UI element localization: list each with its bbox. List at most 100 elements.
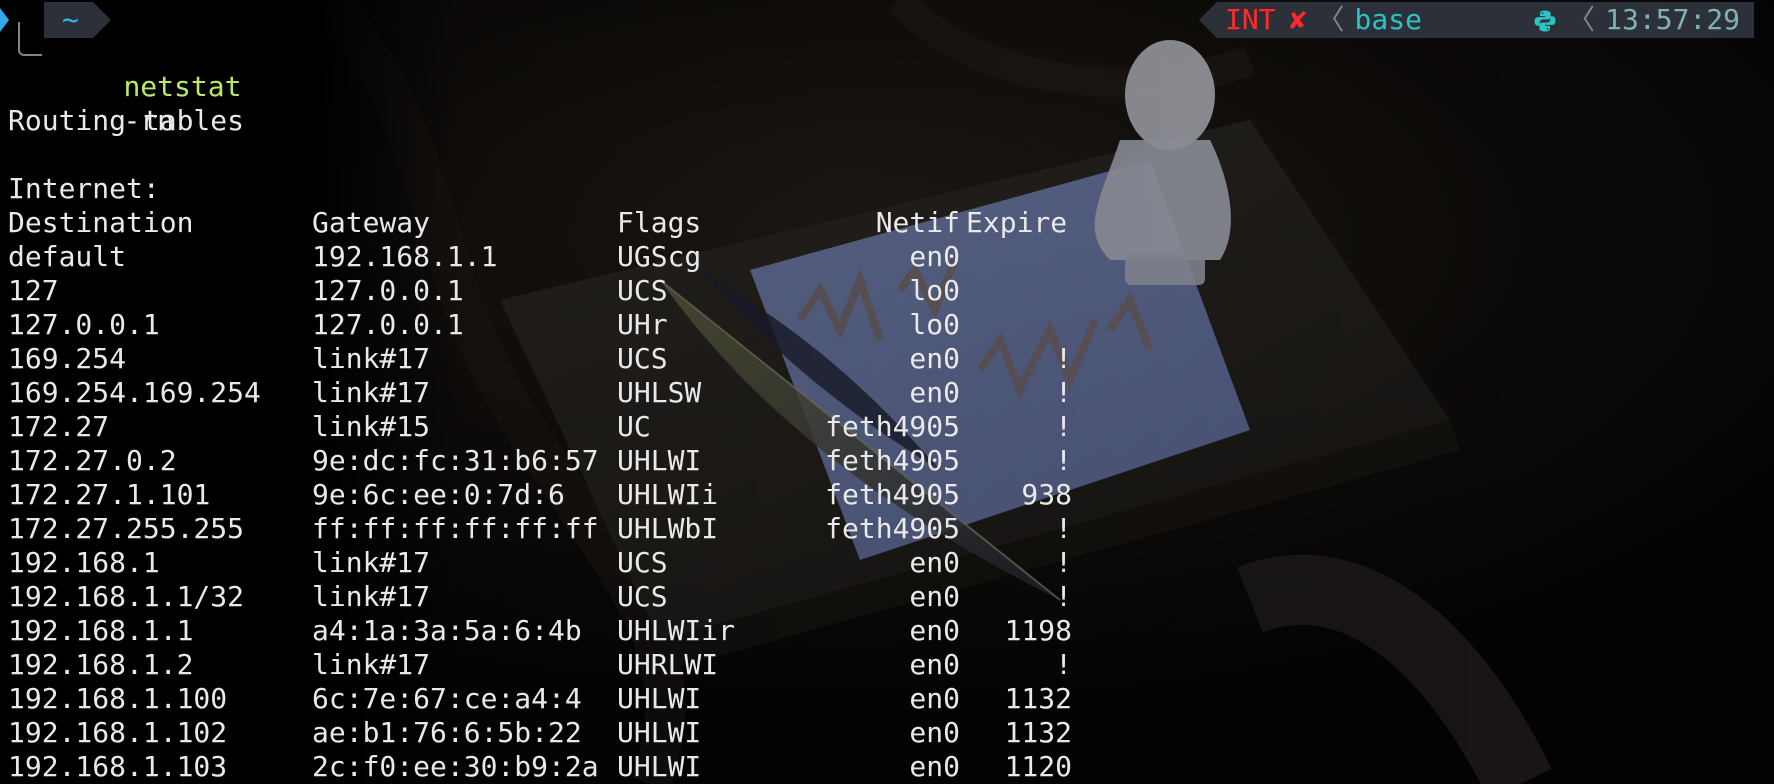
- route-netif: feth4905: [825, 478, 960, 511]
- route-netif: en0: [909, 580, 960, 613]
- route-destination: 192.168.1.1: [8, 614, 194, 647]
- routing-table-row: 172.27.255.255 ff:ff:ff:ff:ff:ff UHLWbI …: [8, 512, 1108, 546]
- route-flags: UGScg: [617, 240, 702, 273]
- route-gateway: 127.0.0.1: [312, 274, 464, 307]
- command-name: netstat: [123, 70, 242, 103]
- segment-separator-icon: 〈: [1567, 3, 1596, 36]
- output-section-label: Internet:: [8, 172, 160, 205]
- route-netif: en0: [909, 716, 960, 749]
- column-header-destination: Destination: [8, 206, 194, 239]
- route-flags: UCS: [617, 342, 668, 375]
- clock-time: 13:57:29: [1605, 3, 1740, 36]
- route-expire: !: [1055, 648, 1072, 681]
- route-gateway: 2c:f0:ee:30:b9:2a: [312, 750, 599, 783]
- route-destination: default: [8, 240, 127, 273]
- routing-table-row: 169.254 link#17 UCS en0 !: [8, 342, 1108, 376]
- route-destination: 192.168.1.2: [8, 648, 194, 681]
- route-netif: en0: [909, 240, 960, 273]
- route-expire: 1132: [1004, 716, 1072, 749]
- route-expire: 1120: [1004, 750, 1072, 783]
- route-destination: 172.27: [8, 410, 110, 443]
- route-destination: 172.27.255.255: [8, 512, 245, 545]
- routing-table-row: 127.0.0.1 127.0.0.1 UHr lo0: [8, 308, 1108, 342]
- route-gateway: 9e:6c:ee:0:7d:6: [312, 478, 565, 511]
- python-icon: [1432, 0, 1557, 74]
- route-expire: 938: [1021, 478, 1072, 511]
- routing-table-row: 192.168.1.1/32 link#17 UCS en0 !: [8, 580, 1108, 614]
- route-expire: !: [1055, 410, 1072, 443]
- route-destination: 192.168.1.1/32: [8, 580, 245, 613]
- terminal-window[interactable]: ~ netstat -rn INT ✘ 〈 base 〈 13:57:29 Ro…: [0, 0, 1774, 784]
- route-netif: en0: [909, 376, 960, 409]
- routing-table-header: Destination Gateway Flags Netif Expire: [8, 206, 1108, 240]
- route-expire: !: [1055, 376, 1072, 409]
- route-destination: 192.168.1.100: [8, 682, 228, 715]
- route-destination: 192.168.1.103: [8, 750, 228, 783]
- route-flags: UHLWbI: [617, 512, 719, 545]
- route-gateway: a4:1a:3a:5a:6:4b: [312, 614, 582, 647]
- route-destination: 172.27.0.2: [8, 444, 177, 477]
- route-expire: !: [1055, 546, 1072, 579]
- routing-table-row: 172.27 link#15 UC feth4905 !: [8, 410, 1108, 444]
- route-gateway: link#17: [312, 580, 431, 613]
- route-gateway: link#17: [312, 546, 431, 579]
- route-expire: !: [1055, 580, 1072, 613]
- route-flags: UCS: [617, 546, 668, 579]
- route-netif: feth4905: [825, 444, 960, 477]
- route-flags: UHRLWI: [617, 648, 719, 681]
- route-gateway: ae:b1:76:6:5b:22: [312, 716, 582, 749]
- route-flags: UHLWI: [617, 716, 702, 749]
- route-gateway: link#17: [312, 648, 431, 681]
- route-destination: 127.0.0.1: [8, 308, 160, 341]
- route-destination: 172.27.1.101: [8, 478, 211, 511]
- routing-table-row: 172.27.1.101 9e:6c:ee:0:7d:6 UHLWIi feth…: [8, 478, 1108, 512]
- route-gateway: 192.168.1.1: [312, 240, 498, 273]
- interrupt-status: INT: [1225, 3, 1276, 36]
- route-expire: !: [1055, 342, 1072, 375]
- route-expire: !: [1055, 444, 1072, 477]
- route-netif: lo0: [909, 308, 960, 341]
- conda-env-name: base: [1354, 3, 1422, 36]
- route-netif: feth4905: [825, 410, 960, 443]
- command-output: Routing tables Internet: Destination Gat…: [8, 0, 1072, 783]
- column-header-expire: Expire: [966, 206, 1068, 239]
- route-expire: 1198: [1004, 614, 1072, 647]
- route-gateway: link#15: [312, 410, 431, 443]
- routing-table-row: 192.168.1.100 6c:7e:67:ce:a4:4 UHLWI en0…: [8, 682, 1108, 716]
- routing-table-row: 127 127.0.0.1 UCS lo0: [8, 274, 1108, 308]
- route-flags: UHLWI: [617, 750, 702, 783]
- column-header-gateway: Gateway: [312, 206, 431, 239]
- routing-table-row: 192.168.1.102 ae:b1:76:6:5b:22 UHLWI en0…: [8, 716, 1108, 750]
- route-flags: UHr: [617, 308, 668, 341]
- route-gateway: 127.0.0.1: [312, 308, 464, 341]
- route-netif: en0: [909, 614, 960, 647]
- routing-table-row: 192.168.1.103 2c:f0:ee:30:b9:2a UHLWI en…: [8, 750, 1108, 784]
- route-netif: feth4905: [825, 512, 960, 545]
- route-gateway: link#17: [312, 342, 431, 375]
- segment-separator-icon: 〈: [1316, 3, 1345, 36]
- output-heading: Routing tables: [8, 104, 245, 137]
- routing-table-row: default 192.168.1.1 UGScg en0: [8, 240, 1108, 274]
- route-destination: 169.254: [8, 342, 127, 375]
- routing-table-row: 192.168.1.2 link#17 UHRLWI en0 !: [8, 648, 1108, 682]
- route-netif: en0: [909, 546, 960, 579]
- route-destination: 127: [8, 274, 59, 307]
- route-gateway: ff:ff:ff:ff:ff:ff: [312, 512, 599, 545]
- route-netif: en0: [909, 682, 960, 715]
- route-netif: en0: [909, 342, 960, 375]
- route-destination: 169.254.169.254: [8, 376, 261, 409]
- route-netif: en0: [909, 750, 960, 783]
- route-flags: UCS: [617, 274, 668, 307]
- routing-table-row: 192.168.1.1 a4:1a:3a:5a:6:4b UHLWIir en0…: [8, 614, 1108, 648]
- routing-table-row: 192.168.1 link#17 UCS en0 !: [8, 546, 1108, 580]
- route-expire: 1132: [1004, 682, 1072, 715]
- route-gateway: link#17: [312, 376, 431, 409]
- route-netif: en0: [909, 648, 960, 681]
- column-header-netif: Netif: [875, 206, 960, 239]
- route-flags: UC: [617, 410, 651, 443]
- route-gateway: 9e:dc:fc:31:b6:57: [312, 444, 599, 477]
- prompt-status-segment: INT ✘ 〈 base 〈 13:57:29: [1199, 2, 1754, 38]
- route-flags: UHLSW: [617, 376, 702, 409]
- route-destination: 192.168.1.102: [8, 716, 228, 749]
- error-x-icon: ✘: [1289, 3, 1307, 36]
